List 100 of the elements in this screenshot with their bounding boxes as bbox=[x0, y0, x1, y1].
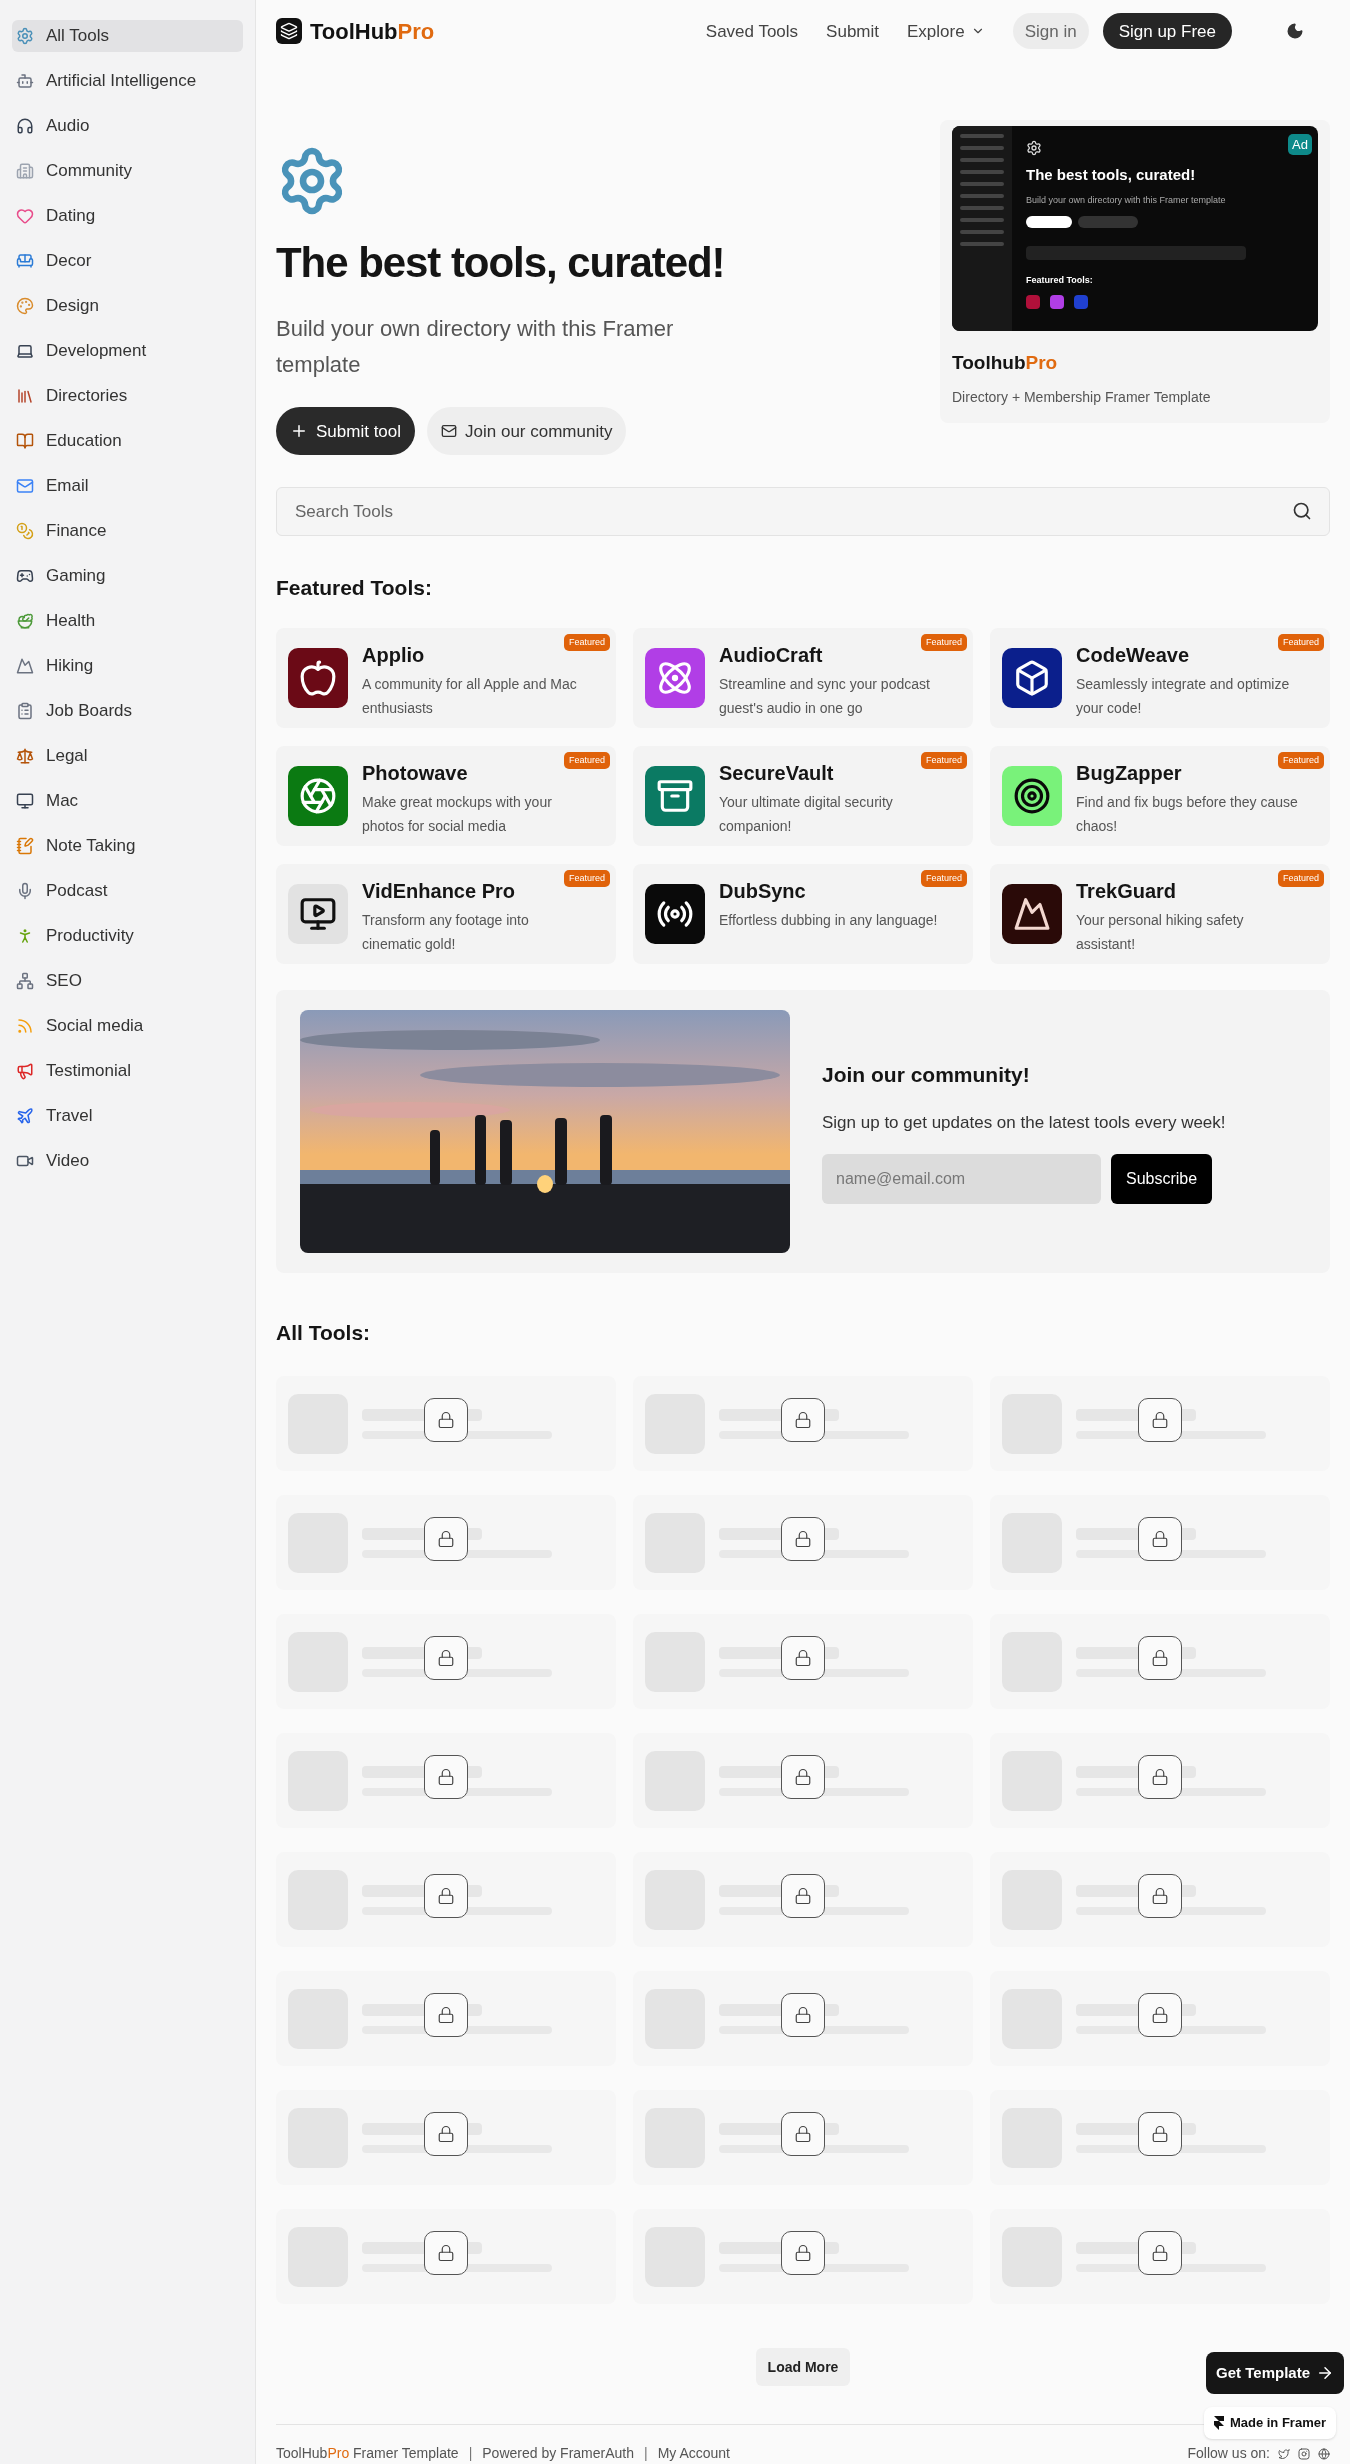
subscribe-button[interactable]: Subscribe bbox=[1111, 1153, 1213, 1204]
tool-card[interactable]: SecureVault Featured Your ultimate digital security companion! bbox=[633, 745, 973, 846]
sidebar-item[interactable]: Design bbox=[12, 290, 243, 322]
sign-in-button[interactable]: Sign in bbox=[1012, 13, 1089, 50]
sidebar-item[interactable]: Gaming bbox=[12, 560, 243, 592]
lock-button[interactable] bbox=[1138, 1755, 1182, 1799]
sidebar-item[interactable]: Hiking bbox=[12, 650, 243, 682]
lock-button[interactable] bbox=[781, 1636, 825, 1680]
sign-up-button[interactable]: Sign up Free bbox=[1102, 13, 1232, 50]
tool-description: Your ultimate digital security companion! bbox=[719, 792, 894, 836]
lock-button[interactable] bbox=[424, 2231, 468, 2275]
lock-button[interactable] bbox=[1138, 1874, 1182, 1918]
framer-logo-icon bbox=[1213, 2416, 1224, 2430]
tool-card[interactable]: DubSync Featured Effortless dubbing in any language! bbox=[633, 863, 973, 964]
sidebar-item[interactable]: All Tools bbox=[12, 20, 243, 52]
sidebar-item[interactable]: Social media bbox=[12, 1010, 243, 1042]
sidebar-item[interactable]: Video bbox=[12, 1145, 243, 1177]
sidebar-item[interactable]: Note Taking bbox=[12, 830, 243, 862]
submit-tool-button[interactable]: Submit tool bbox=[276, 407, 416, 456]
section-title: All Tools: bbox=[276, 1319, 372, 1346]
lock-button[interactable] bbox=[781, 1993, 825, 2037]
preview-menu-line bbox=[960, 157, 1004, 162]
sidebar-item[interactable]: Directories bbox=[12, 380, 243, 412]
lock-button[interactable] bbox=[424, 1517, 468, 1561]
lock-button[interactable] bbox=[781, 1755, 825, 1799]
sidebar-item[interactable]: Productivity bbox=[12, 920, 243, 952]
hero-subtitle: Build your own directory with this Framer template bbox=[276, 315, 675, 380]
sidebar-item[interactable]: Podcast bbox=[12, 875, 243, 907]
lock-button[interactable] bbox=[1138, 2112, 1182, 2156]
join-community-button[interactable]: Join our community bbox=[427, 407, 627, 456]
preview-menu-line bbox=[960, 193, 1004, 198]
lock-button[interactable] bbox=[1138, 1398, 1182, 1442]
sidebar-item[interactable]: Audio bbox=[12, 110, 243, 142]
lock-button[interactable] bbox=[781, 1517, 825, 1561]
preview-menu-line bbox=[960, 169, 1004, 174]
footer-link[interactable]: Powered by FramerAuth bbox=[482, 2443, 634, 2464]
sidebar-item[interactable]: Email bbox=[12, 470, 243, 502]
separator: | bbox=[644, 2444, 648, 2463]
lock-button[interactable] bbox=[781, 2231, 825, 2275]
sidebar-item[interactable]: Community bbox=[12, 155, 243, 187]
footer-link[interactable]: My Account bbox=[657, 2443, 730, 2464]
preview-menu-line bbox=[960, 229, 1004, 234]
lock-icon bbox=[794, 1887, 812, 1905]
tool-card[interactable]: Applio Featured A community for all Apple and Mac enthusiasts bbox=[276, 627, 616, 728]
lock-icon bbox=[1151, 1649, 1169, 1667]
sidebar-item[interactable]: Decor bbox=[12, 245, 243, 277]
made-in-framer-badge[interactable]: Made in Framer bbox=[1203, 2407, 1336, 2439]
lock-button[interactable] bbox=[424, 2112, 468, 2156]
tool-card[interactable]: VidEnhance Pro Featured Transform any footage into cinematic gold! bbox=[276, 863, 616, 964]
lock-button[interactable] bbox=[424, 1874, 468, 1918]
ad-card[interactable]: The best tools, curated! Build your own directory with this Framer template Featured Tools: Ad ToolhubPro Directory + Membership Framer Template bbox=[940, 119, 1330, 423]
sidebar-item[interactable]: Development bbox=[12, 335, 243, 367]
load-more-button[interactable]: Load More bbox=[755, 2348, 851, 2386]
lock-icon bbox=[437, 2125, 455, 2143]
nav-link[interactable]: Explore bbox=[907, 18, 985, 45]
lock-button[interactable] bbox=[781, 1874, 825, 1918]
lock-button[interactable] bbox=[424, 1398, 468, 1442]
tool-card[interactable]: BugZapper Featured Find and fix bugs before they cause chaos! bbox=[990, 745, 1330, 846]
sofa-icon bbox=[16, 252, 34, 270]
nav-link[interactable]: Submit bbox=[826, 18, 880, 45]
tool-card[interactable]: CodeWeave Featured Seamlessly integrate and optimize your code! bbox=[990, 627, 1330, 728]
lock-icon bbox=[1151, 2125, 1169, 2143]
lock-icon bbox=[1151, 1530, 1169, 1548]
tool-card[interactable]: TrekGuard Featured Your personal hiking safety assistant! bbox=[990, 863, 1330, 964]
globe-icon[interactable] bbox=[1318, 2447, 1330, 2460]
tool-description: Effortless dubbing in any language! bbox=[719, 910, 938, 930]
get-template-button[interactable]: Get Template bbox=[1206, 2352, 1344, 2394]
instagram-icon[interactable] bbox=[1298, 2447, 1310, 2460]
search-field[interactable]: Search Tools bbox=[276, 487, 1330, 537]
lock-button[interactable] bbox=[1138, 1517, 1182, 1561]
sidebar-item[interactable]: Finance bbox=[12, 515, 243, 547]
tool-card[interactable]: Photowave Featured Make great mockups with your photos for social media bbox=[276, 745, 616, 846]
footer-brand: ToolHubPro Framer Template bbox=[276, 2444, 459, 2463]
lock-button[interactable] bbox=[781, 1398, 825, 1442]
nav-link[interactable]: Saved Tools bbox=[705, 18, 799, 45]
lock-button[interactable] bbox=[1138, 1636, 1182, 1680]
logo[interactable]: ToolHubPro bbox=[276, 14, 435, 48]
sidebar-item[interactable]: Legal bbox=[12, 740, 243, 772]
tool-card[interactable]: AudioCraft Featured Streamline and sync your podcast guest's audio in one go bbox=[633, 627, 973, 728]
lock-button[interactable] bbox=[781, 2112, 825, 2156]
sidebar-item[interactable]: Mac bbox=[12, 785, 243, 817]
sidebar-item[interactable]: Artificial Intelligence bbox=[12, 65, 243, 97]
preview-tool-logo bbox=[1026, 295, 1040, 310]
sidebar-item[interactable]: Testimonial bbox=[12, 1055, 243, 1087]
sidebar-item[interactable]: SEO bbox=[12, 965, 243, 997]
email-field[interactable]: name@email.com bbox=[822, 1153, 1101, 1204]
featured-badge: Featured bbox=[1277, 869, 1324, 888]
lock-button[interactable] bbox=[1138, 2231, 1182, 2275]
lock-button[interactable] bbox=[424, 1755, 468, 1799]
box-icon bbox=[1013, 658, 1051, 697]
sidebar-item[interactable]: Travel bbox=[12, 1100, 243, 1132]
sidebar-item[interactable]: Job Boards bbox=[12, 695, 243, 727]
lock-button[interactable] bbox=[1138, 1993, 1182, 2037]
lock-icon bbox=[1151, 1887, 1169, 1905]
lock-button[interactable] bbox=[424, 1993, 468, 2037]
sidebar-item[interactable]: Health bbox=[12, 605, 243, 637]
sidebar-item[interactable]: Dating bbox=[12, 200, 243, 232]
sidebar-item[interactable]: Education bbox=[12, 425, 243, 457]
lock-button[interactable] bbox=[424, 1636, 468, 1680]
search-icon[interactable] bbox=[1292, 501, 1312, 522]
